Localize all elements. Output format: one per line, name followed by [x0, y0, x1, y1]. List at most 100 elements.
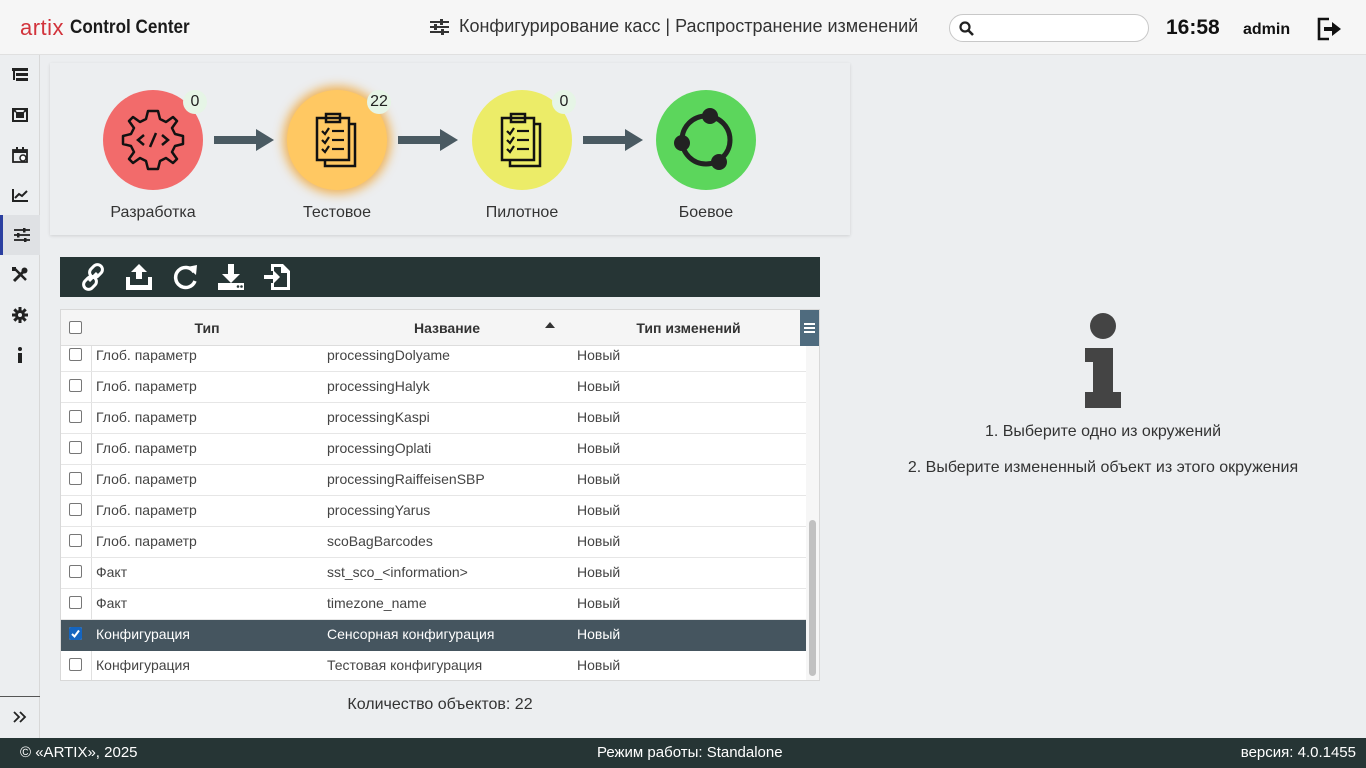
table-row[interactable]: Факт sst_sco_<information> Новый [61, 558, 806, 589]
table-row[interactable]: Факт timezone_name Новый [61, 589, 806, 620]
stage-test-count: 22 [367, 90, 391, 114]
stage-production-circle[interactable] [656, 90, 756, 190]
row-checkbox[interactable] [69, 410, 82, 423]
arrow-right-icon [583, 129, 643, 151]
stage-development[interactable]: 0 Разработка [88, 90, 218, 222]
table-row[interactable]: Глоб. параметр processingYarus Новый [61, 496, 806, 527]
vertical-scrollbar[interactable] [806, 346, 819, 680]
logout-icon [1317, 17, 1341, 41]
row-type: Глоб. параметр [96, 471, 197, 487]
stage-test[interactable]: 22 Тестовое [272, 90, 402, 222]
stage-pilot[interactable]: 0 Пилотное [457, 90, 587, 222]
refresh-button[interactable] [162, 257, 208, 297]
download-button[interactable] [208, 257, 254, 297]
table-row[interactable]: Конфигурация Тестовая конфигурация Новый [61, 651, 806, 680]
row-change-type: Новый [577, 595, 621, 611]
sidebar-item-tree[interactable] [0, 55, 40, 95]
row-change-type: Новый [577, 502, 621, 518]
calendar-icon [12, 147, 28, 163]
row-change-type: Новый [577, 378, 621, 394]
stage-pilot-circle[interactable]: 0 [472, 90, 576, 190]
row-checkbox[interactable] [69, 379, 82, 392]
row-type: Глоб. параметр [96, 502, 197, 518]
publish-button[interactable] [116, 257, 162, 297]
stage-test-circle[interactable]: 22 [287, 90, 391, 190]
tree-icon [12, 68, 28, 81]
stage-development-circle[interactable]: 0 [103, 90, 207, 190]
search-input[interactable] [980, 18, 1140, 38]
table-row[interactable]: Конфигурация Сенсорная конфигурация Новый [61, 620, 806, 651]
row-change-type: Новый [577, 347, 621, 363]
row-change-type: Новый [577, 657, 621, 673]
link-button[interactable] [70, 257, 116, 297]
info-large-icon [1085, 313, 1121, 408]
frame-icon [12, 108, 28, 122]
row-checkbox[interactable] [69, 534, 82, 547]
row-checkbox[interactable] [69, 565, 82, 578]
object-count: Количество объектов: 22 [347, 696, 533, 713]
share-nodes-icon [674, 108, 733, 170]
logo-mark: artix [20, 15, 65, 40]
stage-pilot-label: Пилотное [485, 204, 559, 221]
sidebar-item-calendar[interactable] [0, 135, 40, 175]
row-name: processingHalyk [327, 378, 430, 394]
row-checkbox[interactable] [69, 503, 82, 516]
sidebar-item-frame[interactable] [0, 95, 40, 135]
app-name: Control Center [70, 17, 190, 38]
row-name: processingYarus [327, 502, 431, 518]
row-change-type: Новый [577, 626, 621, 642]
scrollbar-thumb[interactable] [809, 520, 816, 676]
row-type: Факт [96, 564, 128, 580]
row-checkbox[interactable] [69, 472, 82, 485]
sliders-icon [13, 228, 30, 242]
environment-pipeline: 0 Разработка 22 Тестовое 0 Пилотное Боев… [50, 63, 850, 235]
stage-production-label: Боевое [678, 204, 734, 221]
search-box[interactable] [949, 14, 1149, 42]
sidebar-item-settings[interactable] [0, 295, 40, 335]
row-name: processingDolyame [327, 347, 450, 363]
table-row[interactable]: Глоб. параметр processingHalyk Новый [61, 372, 806, 403]
row-checkbox[interactable] [69, 348, 82, 361]
sidebar-item-tools[interactable] [0, 255, 40, 295]
user-name[interactable]: admin [1243, 21, 1290, 39]
checkmark-icon [69, 627, 82, 640]
clipboard-checklist-icon [315, 112, 357, 168]
row-type: Глоб. параметр [96, 440, 197, 456]
table-row[interactable]: Глоб. параметр processingRaiffeisenSBP Нов… [61, 465, 806, 496]
table-row[interactable]: Глоб. параметр processingDolyame Новый [61, 341, 806, 372]
sort-ascending-icon [545, 322, 555, 328]
row-name: processingOplati [327, 440, 432, 456]
select-all-checkbox[interactable] [69, 321, 82, 334]
row-checkbox[interactable] [69, 658, 82, 671]
code-gear-icon [121, 109, 185, 171]
stage-production[interactable]: Боевое [641, 90, 771, 222]
row-name: Тестовая конфигурация [327, 657, 483, 673]
sidebar-item-info[interactable] [0, 335, 40, 375]
info-step-1: 1. Выберите одно из окружений [984, 423, 1222, 440]
import-button[interactable] [254, 257, 300, 297]
logo[interactable]: artix Control Center [20, 14, 203, 42]
row-type: Конфигурация [96, 626, 190, 642]
table-row[interactable]: Глоб. параметр scoBagBarcodes Новый [61, 527, 806, 558]
sidebar-item-chart[interactable] [0, 175, 40, 215]
chart-icon [12, 189, 28, 202]
row-checkbox[interactable] [69, 627, 82, 640]
row-name: scoBagBarcodes [327, 533, 433, 549]
table-row[interactable]: Глоб. параметр processingKaspi Новый [61, 403, 806, 434]
row-type: Глоб. параметр [96, 533, 197, 549]
row-checkbox[interactable] [69, 596, 82, 609]
search-icon [959, 21, 974, 36]
table-row[interactable]: Глоб. параметр processingOplati Новый [61, 434, 806, 465]
sidebar-expand-button[interactable] [0, 696, 40, 736]
sidebar [0, 55, 40, 738]
row-change-type: Новый [577, 440, 621, 456]
sidebar-item-configuration[interactable] [0, 215, 40, 255]
page-title: Конфигурирование касс | Распространение … [430, 16, 918, 37]
row-name: processingKaspi [327, 409, 430, 425]
copyright: © «ARTIX», 2025 [20, 744, 138, 761]
row-checkbox[interactable] [69, 441, 82, 454]
logout-button[interactable] [1316, 17, 1342, 46]
table-toolbar [60, 257, 820, 297]
stage-development-label: Разработка [110, 204, 196, 221]
clock: 16:58 [1166, 16, 1220, 39]
